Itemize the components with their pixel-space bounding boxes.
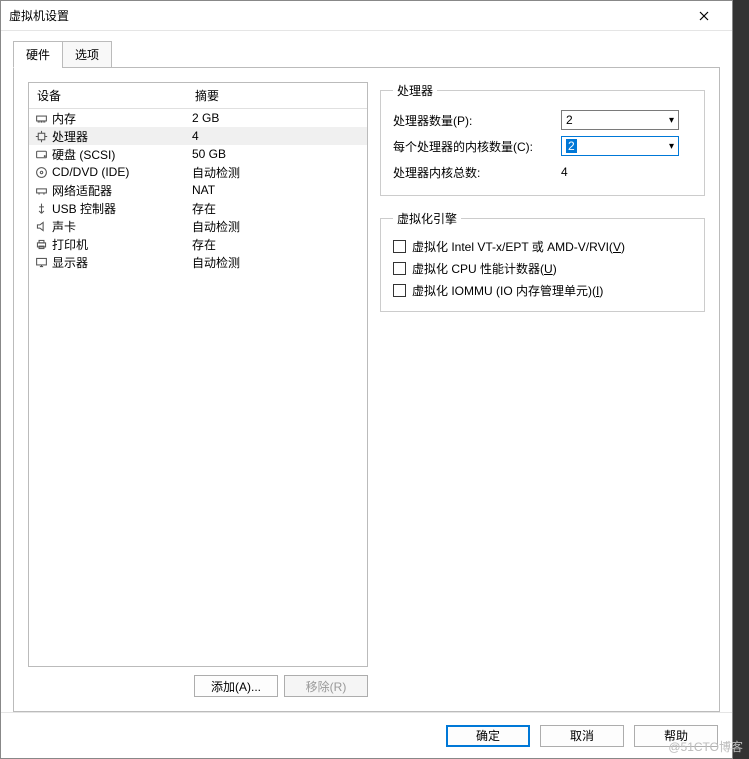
tab-hardware[interactable]: 硬件 <box>13 41 63 68</box>
device-summary: 存在 <box>192 200 216 217</box>
printer-icon <box>34 237 48 251</box>
net-icon <box>34 183 48 197</box>
usb-icon <box>34 201 48 215</box>
virt-opt-cpu-label: 虚拟化 CPU 性能计数器(U) <box>412 260 557 277</box>
chevron-down-icon: ▾ <box>669 141 674 152</box>
total-cores-value: 4 <box>561 165 679 179</box>
cores-value: 2 <box>566 139 577 153</box>
tab-options[interactable]: 选项 <box>62 41 112 68</box>
proc-count-label: 处理器数量(P): <box>393 112 561 129</box>
device-summary: 自动检测 <box>192 254 240 271</box>
virtualization-group: 虚拟化引擎 虚拟化 Intel VT-x/EPT 或 AMD-V/RVI(V) … <box>380 210 705 312</box>
col-device: 设备 <box>37 87 195 104</box>
device-row-memory[interactable]: 内存 2 GB <box>29 109 367 127</box>
virt-opt-iommu-label: 虚拟化 IOMMU (IO 内存管理单元)(I) <box>412 282 603 299</box>
device-row-printer[interactable]: 打印机 存在 <box>29 235 367 253</box>
close-button[interactable] <box>684 2 724 30</box>
close-icon <box>699 11 709 21</box>
proc-count-select[interactable]: 2 ▾ <box>561 110 679 130</box>
cd-icon <box>34 165 48 179</box>
row-total-cores: 处理器内核总数: 4 <box>393 159 692 185</box>
device-summary: 50 GB <box>192 147 226 161</box>
device-summary: 自动检测 <box>192 218 240 235</box>
device-summary: 4 <box>192 129 199 143</box>
device-row-display[interactable]: 显示器 自动检测 <box>29 253 367 271</box>
device-name: 声卡 <box>52 218 76 235</box>
device-summary: NAT <box>192 183 215 197</box>
device-name: 显示器 <box>52 254 88 271</box>
checkbox-icon[interactable] <box>393 262 406 275</box>
help-button[interactable]: 帮助 <box>634 725 718 747</box>
cancel-button[interactable]: 取消 <box>540 725 624 747</box>
device-list-header: 设备 摘要 <box>29 83 367 109</box>
device-summary: 存在 <box>192 236 216 253</box>
device-list: 设备 摘要 内存 2 GB 处理器 4 硬盘 (SCSI) 50 GB CD/DVD (ID… <box>28 82 368 667</box>
ok-button[interactable]: 确定 <box>446 725 530 747</box>
window-title: 虚拟机设置 <box>9 7 684 24</box>
device-name: 处理器 <box>52 128 88 145</box>
dialog-body: 硬件 选项 设备 摘要 内存 2 GB 处理器 4 硬盘 (SCSI) 50 GB CD/D… <box>1 31 732 712</box>
device-list-buttons: 添加(A)... 移除(R) <box>28 667 368 697</box>
virt-opt-vtx-label: 虚拟化 Intel VT-x/EPT 或 AMD-V/RVI(V) <box>412 238 625 255</box>
cpu-icon <box>34 129 48 143</box>
total-cores-label: 处理器内核总数: <box>393 164 561 181</box>
remove-button[interactable]: 移除(R) <box>284 675 368 697</box>
device-row-cd[interactable]: CD/DVD (IDE) 自动检测 <box>29 163 367 181</box>
row-proc-count: 处理器数量(P): 2 ▾ <box>393 107 692 133</box>
tabs: 硬件 选项 <box>13 41 720 68</box>
right-pane: 处理器 处理器数量(P): 2 ▾ 每个处理器的内核数量(C): 2 ▾ <box>380 82 705 697</box>
memory-icon <box>34 111 48 125</box>
hdd-icon <box>34 147 48 161</box>
virt-opt-vtx[interactable]: 虚拟化 Intel VT-x/EPT 或 AMD-V/RVI(V) <box>393 235 692 257</box>
device-name: 硬盘 (SCSI) <box>52 146 115 163</box>
device-summary: 自动检测 <box>192 164 240 181</box>
device-name: CD/DVD (IDE) <box>52 165 129 179</box>
processor-legend: 处理器 <box>393 82 437 99</box>
chevron-down-icon: ▾ <box>669 115 674 126</box>
dialog-footer: 确定 取消 帮助 <box>1 712 732 758</box>
processor-group: 处理器 处理器数量(P): 2 ▾ 每个处理器的内核数量(C): 2 ▾ <box>380 82 705 196</box>
left-pane: 设备 摘要 内存 2 GB 处理器 4 硬盘 (SCSI) 50 GB CD/DVD (ID… <box>28 82 368 697</box>
cores-label: 每个处理器的内核数量(C): <box>393 138 561 155</box>
virt-legend: 虚拟化引擎 <box>393 210 461 227</box>
cores-select[interactable]: 2 ▾ <box>561 136 679 156</box>
device-row-net[interactable]: 网络适配器 NAT <box>29 181 367 199</box>
virt-opt-cpu-counters[interactable]: 虚拟化 CPU 性能计数器(U) <box>393 257 692 279</box>
device-name: 内存 <box>52 110 76 127</box>
row-cores-per-proc: 每个处理器的内核数量(C): 2 ▾ <box>393 133 692 159</box>
proc-count-value: 2 <box>566 113 573 127</box>
titlebar: 虚拟机设置 <box>1 1 732 31</box>
device-row-sound[interactable]: 声卡 自动检测 <box>29 217 367 235</box>
device-row-hdd[interactable]: 硬盘 (SCSI) 50 GB <box>29 145 367 163</box>
display-icon <box>34 255 48 269</box>
col-summary: 摘要 <box>195 87 219 104</box>
device-name: 网络适配器 <box>52 182 112 199</box>
virt-opt-iommu[interactable]: 虚拟化 IOMMU (IO 内存管理单元)(I) <box>393 279 692 301</box>
vm-settings-dialog: 虚拟机设置 硬件 选项 设备 摘要 内存 2 GB 处理器 4 硬盘 (SCSI) 50 … <box>0 0 733 759</box>
device-name: USB 控制器 <box>52 200 116 217</box>
add-button[interactable]: 添加(A)... <box>194 675 278 697</box>
checkbox-icon[interactable] <box>393 240 406 253</box>
device-summary: 2 GB <box>192 111 219 125</box>
device-name: 打印机 <box>52 236 88 253</box>
device-row-usb[interactable]: USB 控制器 存在 <box>29 199 367 217</box>
tab-content: 设备 摘要 内存 2 GB 处理器 4 硬盘 (SCSI) 50 GB CD/DVD (ID… <box>13 67 720 712</box>
checkbox-icon[interactable] <box>393 284 406 297</box>
device-row-cpu[interactable]: 处理器 4 <box>29 127 367 145</box>
sound-icon <box>34 219 48 233</box>
